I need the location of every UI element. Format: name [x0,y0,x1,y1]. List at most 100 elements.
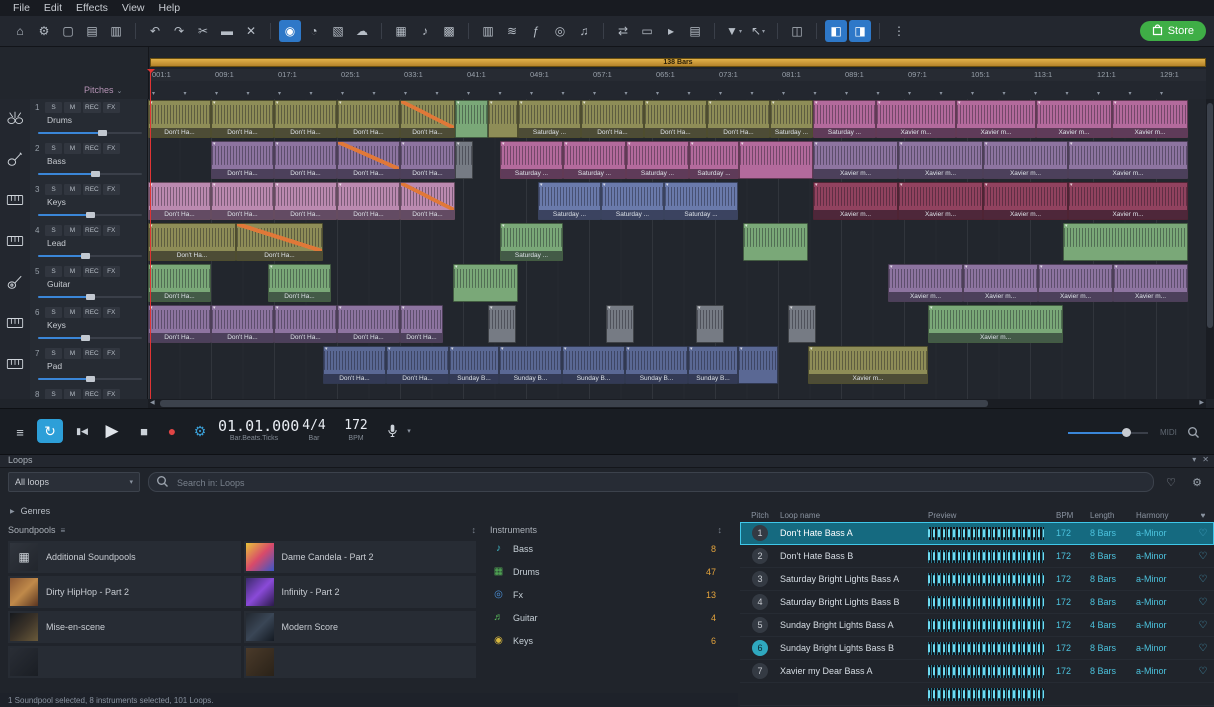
audio-clip[interactable]: ▾Don't Ha... [148,264,211,302]
pitch-marker-row[interactable]: ▾▾▾▾▾▾▾▾▾▾▾▾▾▾▾▾▾▾▾▾▾▾▾▾▾▾▾▾▾▾▾▾▾ [150,81,1206,100]
menu-item-file[interactable]: File [6,1,37,15]
audio-clip[interactable]: ▾Don't Ha... [707,100,770,138]
loop-preview-waveform[interactable] [928,665,1044,678]
preview-cell[interactable] [928,527,1056,540]
favorite-icon[interactable]: ♡ [1192,597,1214,608]
pitch-marker-dropdown-icon[interactable]: ▾ [940,90,943,97]
audio-clip[interactable]: ▾ [696,305,724,343]
pitch-marker-dropdown-icon[interactable]: ▾ [562,90,565,97]
playhead[interactable] [150,69,151,399]
draw-tool-icon[interactable]: ▼▾ [723,20,745,42]
record-arm-button[interactable]: REC [83,102,101,113]
keys-icon[interactable] [0,304,31,345]
instruments-collapse-icon[interactable]: ↕ [718,525,723,535]
clip-dropdown-icon[interactable]: ▾ [740,346,743,352]
menu-item-edit[interactable]: Edit [37,1,69,15]
metronome-settings-icon[interactable]: ⚙ [188,419,212,443]
clip-dropdown-icon[interactable]: ▾ [276,182,279,188]
audio-clip[interactable]: ▾Don't Ha... [148,100,211,138]
clip-dropdown-icon[interactable]: ▾ [1065,223,1068,229]
audio-clip[interactable]: ▾Xavier m... [898,141,983,179]
audio-clip[interactable]: ▾Sunday B... [562,346,625,384]
audio-clip[interactable]: ▾Xavier m... [876,100,956,138]
track-volume-slider[interactable] [38,171,142,177]
slider-handle[interactable] [91,171,100,177]
audio-clip[interactable]: ▾Don't Ha... [337,100,400,138]
track-lane[interactable]: ▾Don't Ha...▾Don't Ha...▾Don't Ha...▾Don… [148,181,1206,222]
slider-handle[interactable] [86,376,95,382]
clip-dropdown-icon[interactable]: ▾ [627,346,630,352]
pitch-marker-dropdown-icon[interactable]: ▾ [247,90,250,97]
audio-clip[interactable]: ▾ [488,305,516,343]
clip-dropdown-icon[interactable]: ▾ [276,141,279,147]
pitch-marker-dropdown-icon[interactable]: ▾ [215,90,218,97]
store-button[interactable]: Store [1140,21,1206,41]
track-volume-slider[interactable] [38,335,142,341]
audio-clip[interactable]: ▾Saturday ... [563,141,626,179]
audio-clip[interactable]: ▾Don't Ha... [337,305,400,343]
audio-clip[interactable]: ▾Sunday B... [499,346,562,384]
clip-dropdown-icon[interactable]: ▾ [388,346,391,352]
bass-icon[interactable] [0,140,31,181]
vocal-tune-icon[interactable]: ◔ [303,20,325,42]
panel-close-icon[interactable]: ✕ [1202,455,1209,464]
settings-icon[interactable]: ⚙ [33,20,55,42]
slider-handle[interactable] [98,130,107,136]
loop-row[interactable]: 4Saturday Bright Lights Bass B1728 Barsa… [740,591,1214,614]
pitch-marker-dropdown-icon[interactable]: ▾ [1160,90,1163,97]
audio-clip[interactable]: ▾Don't Ha... [337,182,400,220]
column-header-preview[interactable]: Preview [928,511,1056,520]
track-header[interactable]: 2SMRECFXBass [30,140,148,181]
pitch-circle[interactable]: 5 [752,617,768,633]
audio-clip[interactable]: ▾Xavier m... [888,264,963,302]
audio-clip[interactable]: ▾ [739,141,813,179]
soundpool-item[interactable]: Modern Score [244,611,477,643]
arrangement-list-icon[interactable]: ≡ [10,423,30,441]
audio-clip[interactable]: ▾ [738,346,778,384]
solo-button[interactable]: S [45,348,62,359]
pitch-marker-dropdown-icon[interactable]: ▾ [436,90,439,97]
horizontal-scroll-thumb[interactable] [160,400,988,407]
mute-button[interactable]: M [64,307,81,318]
guitar-icon[interactable] [0,263,31,304]
audio-clip[interactable]: ▾Xavier m... [983,141,1068,179]
delete-icon[interactable]: ✕ [240,20,262,42]
effects-icon[interactable]: ƒ [525,20,547,42]
cut-icon[interactable]: ✂ [192,20,214,42]
pitch-marker-dropdown-icon[interactable]: ▾ [751,90,754,97]
track-lane[interactable]: ▾Don't Ha...▾Don't Ha...▾Don't Ha...▾Don… [148,99,1206,140]
track-lane[interactable]: ▾Don't Ha...▾Don't Ha...▾▾Xavier m...▾Xa… [148,263,1206,304]
clip-dropdown-icon[interactable]: ▾ [930,305,933,311]
skip-to-start-button[interactable]: ▮◀ [70,422,94,440]
audio-clip[interactable]: ▾Xavier m... [1112,100,1188,138]
mixer-icon[interactable]: ≋ [501,20,523,42]
keys-icon[interactable] [0,181,31,222]
clip-dropdown-icon[interactable]: ▾ [213,182,216,188]
audio-clip[interactable]: ▾Don't Ha... [274,182,337,220]
clip-dropdown-icon[interactable]: ▾ [900,141,903,147]
tempo-display[interactable]: 172 BPM [340,418,372,443]
vertical-scroll-thumb[interactable] [1207,103,1213,328]
audio-clip[interactable]: ▾Xavier m... [898,182,983,220]
loop-row[interactable] [740,683,1214,706]
audio-record-icon[interactable]: ◉ [279,20,301,42]
pitch-marker-dropdown-icon[interactable]: ▾ [845,90,848,97]
audio-clip[interactable]: ▾Don't Ha... [400,305,443,343]
keys-icon[interactable] [0,386,31,399]
mute-button[interactable]: M [64,389,81,399]
audio-clip[interactable]: ▾Don't Ha... [274,305,337,343]
audio-clip[interactable]: ▾Saturday ... [813,100,876,138]
track-volume-slider[interactable] [38,253,142,259]
audio-clip[interactable]: ▾Xavier m... [963,264,1038,302]
preview-cell[interactable] [928,596,1056,609]
soundpool-item[interactable]: ▦Additional Soundpools [8,541,241,573]
clip-dropdown-icon[interactable]: ▾ [790,305,793,311]
all-loops-select[interactable]: All loops ▾ [8,472,140,492]
loop-row[interactable]: 7Xavier my Dear Bass A1728 Barsa-Minor♡ [740,660,1214,683]
clip-dropdown-icon[interactable]: ▾ [690,346,693,352]
soundpool-item[interactable]: Dame Candela - Part 2 [244,541,477,573]
clip-dropdown-icon[interactable]: ▾ [890,264,893,270]
favorites-filter-icon[interactable]: ♡ [1162,476,1180,489]
fx-button[interactable]: FX [103,307,120,318]
favorite-icon[interactable]: ♡ [1192,528,1214,539]
